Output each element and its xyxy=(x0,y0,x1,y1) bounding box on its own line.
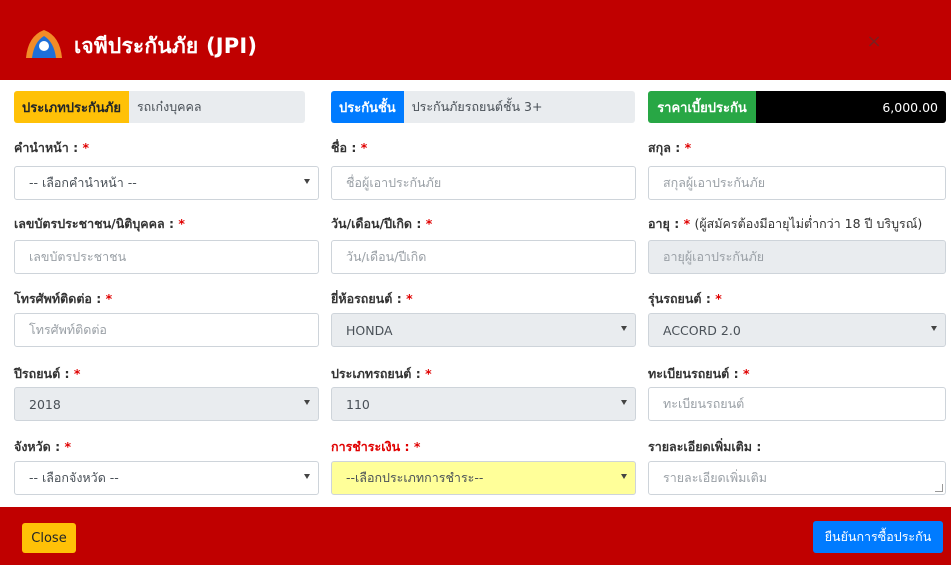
chevron-down-icon xyxy=(304,474,310,479)
car-type-label: ประเภทรถยนต์ : * xyxy=(331,366,432,381)
title-prefix-label: คำนำหน้า : * xyxy=(14,140,90,155)
insurance-type-label: ประเภทประกันภัย xyxy=(14,91,129,123)
car-brand-label: ยี่ห้อรถยนต์ : * xyxy=(331,291,413,306)
premium-label: ราคาเบี้ยประกัน xyxy=(648,91,756,123)
premium-chip: ราคาเบี้ยประกัน 6,000.00 xyxy=(648,91,946,123)
jpi-logo-icon xyxy=(26,30,62,58)
close-icon[interactable]: × xyxy=(862,30,886,54)
chevron-down-icon xyxy=(931,326,937,331)
last-name-label: สกุล : * xyxy=(648,140,692,155)
insurance-type-value: รถเก๋งบุคคล xyxy=(128,91,305,123)
id-card-input[interactable]: เลขบัตรประชาชน xyxy=(14,240,319,274)
plate-label: ทะเบียนรถยนต์ : * xyxy=(648,366,750,381)
insurance-class-label: ประกันชั้น xyxy=(331,91,404,123)
phone-label: โทรศัพท์ติดต่อ : * xyxy=(14,291,113,306)
confirm-purchase-button[interactable]: ยืนยันการซื้อประกัน xyxy=(813,521,943,553)
birthdate-label: วัน/เดือน/ปีเกิด : * xyxy=(331,216,433,231)
first-name-input[interactable]: ชื่อผู้เอาประกันภัย xyxy=(331,166,636,200)
last-name-input[interactable]: สกุลผู้เอาประกันภัย xyxy=(648,166,946,200)
age-label: อายุ : * (ผู้สมัครต้องมีอายุไม่ต่ำกว่า 1… xyxy=(648,216,923,231)
age-input: อายุผู้เอาประกันภัย xyxy=(648,240,946,274)
details-textarea[interactable]: รายละเอียดเพิ่มเติม xyxy=(648,461,946,495)
premium-value: 6,000.00 xyxy=(756,91,946,123)
first-name-label: ชื่อ : * xyxy=(331,140,368,155)
birthdate-input[interactable]: วัน/เดือน/ปีเกิด xyxy=(331,240,636,274)
chevron-down-icon xyxy=(304,179,310,184)
car-brand-select[interactable]: HONDA xyxy=(331,313,636,347)
car-model-label: รุ่นรถยนต์ : * xyxy=(648,291,722,306)
chevron-down-icon xyxy=(621,326,627,331)
chevron-down-icon xyxy=(621,400,627,405)
plate-input[interactable]: ทะเบียนรถยนต์ xyxy=(648,387,946,421)
close-button[interactable]: Close xyxy=(22,523,76,553)
phone-input[interactable]: โทรศัพท์ติดต่อ xyxy=(14,313,319,347)
car-type-select[interactable]: 110 xyxy=(331,387,636,421)
id-card-label: เลขบัตรประชาชน/นิติบุคคล : * xyxy=(14,216,185,231)
chevron-down-icon xyxy=(304,400,310,405)
chevron-down-icon xyxy=(621,474,627,479)
insurance-type-chip: ประเภทประกันภัย รถเก๋งบุคคล xyxy=(14,91,305,123)
title-prefix-select[interactable]: -- เลือกคำนำหน้า -- xyxy=(14,166,319,200)
province-label: จังหวัด : * xyxy=(14,439,72,454)
modal-footer xyxy=(0,507,951,565)
details-label: รายละเอียดเพิ่มเติม : xyxy=(648,439,762,454)
car-year-label: ปีรถยนต์ : * xyxy=(14,366,81,381)
car-year-select[interactable]: 2018 xyxy=(14,387,319,421)
car-model-select[interactable]: ACCORD 2.0 xyxy=(648,313,946,347)
insurance-class-value: ประกันภัยรถยนต์ชั้น 3+ xyxy=(403,91,635,123)
payment-label: การชำระเงิน : * xyxy=(331,439,421,454)
payment-select[interactable]: --เลือกประเภทการชำระ-- xyxy=(331,461,636,495)
modal-title: เจพีประกันภัย (JPI) xyxy=(74,34,258,58)
province-select[interactable]: -- เลือกจังหวัด -- xyxy=(14,461,319,495)
insurance-class-chip: ประกันชั้น ประกันภัยรถยนต์ชั้น 3+ xyxy=(331,91,635,123)
resize-handle-icon[interactable] xyxy=(935,484,943,492)
